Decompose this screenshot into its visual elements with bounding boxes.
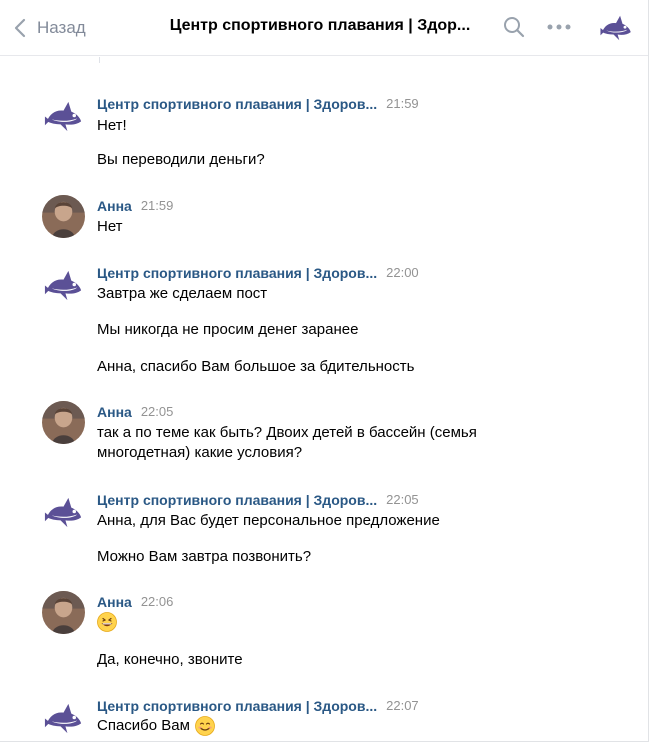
message-meta: Центр спортивного плавания | Здоров... 22… xyxy=(97,698,419,716)
author-name[interactable]: Центр спортивного плавания | Здоров... xyxy=(97,96,377,112)
avatar[interactable] xyxy=(42,491,85,534)
avatar[interactable] xyxy=(42,401,85,444)
message-text: Нет! xyxy=(97,117,127,134)
search-icon[interactable] xyxy=(503,16,525,38)
message-text: Вы переводили деньги? xyxy=(97,151,265,168)
message-time[interactable]: 22:06 xyxy=(141,594,174,609)
message-text: Нет xyxy=(97,218,123,235)
message-text: Завтра же сделаем пост xyxy=(97,285,268,302)
user-photo-icon xyxy=(42,195,85,238)
message-time[interactable]: 22:05 xyxy=(141,404,174,419)
message-text: Анна, для Вас будет персональное предлож… xyxy=(97,512,440,529)
avatar[interactable] xyxy=(42,591,85,634)
message-time[interactable]: 21:59 xyxy=(386,96,419,111)
message-meta: Анна 22:05 xyxy=(97,404,173,422)
message-meta: Анна 21:59 xyxy=(97,198,173,216)
message-text: Да, конечно, звоните xyxy=(97,651,243,668)
smiling-emoji-icon xyxy=(195,716,215,736)
more-icon[interactable] xyxy=(547,24,571,30)
message-meta: Центр спортивного плавания | Здоров... 22… xyxy=(97,265,419,283)
author-name[interactable]: Анна xyxy=(97,198,132,214)
shark-avatar-icon xyxy=(598,10,634,46)
grinning-emoji-icon xyxy=(97,612,119,634)
message-text: Анна, спасибо Вам большое за бдительност… xyxy=(97,358,415,375)
back-label: Назад xyxy=(37,18,86,37)
avatar[interactable] xyxy=(42,195,85,238)
author-name[interactable]: Центр спортивного плавания | Здоров... xyxy=(97,492,377,508)
shark-avatar-icon xyxy=(42,697,85,740)
message-meta: Анна 22:06 xyxy=(97,594,173,612)
back-button[interactable]: Назад xyxy=(14,14,86,42)
shark-avatar-icon xyxy=(42,264,85,307)
avatar[interactable] xyxy=(42,264,85,307)
avatar[interactable] xyxy=(42,697,85,740)
shark-avatar-icon xyxy=(42,491,85,534)
message-meta: Центр спортивного плавания | Здоров... 21… xyxy=(97,96,419,114)
author-name[interactable]: Анна xyxy=(97,404,132,420)
message-text: Мы никогда не просим денег заранее xyxy=(97,321,359,338)
shark-avatar-icon xyxy=(42,95,85,138)
message-time[interactable]: 21:59 xyxy=(141,198,174,213)
message-time[interactable]: 22:00 xyxy=(386,265,419,280)
author-name[interactable]: Анна xyxy=(97,594,132,610)
author-name[interactable]: Центр спортивного плавания | Здоров... xyxy=(97,265,377,281)
chat-avatar[interactable] xyxy=(598,10,634,46)
author-name[interactable]: Центр спортивного плавания | Здоров... xyxy=(97,698,377,714)
chat-title: Центр спортивного плавания | Здор... xyxy=(169,17,471,34)
user-photo-icon xyxy=(42,401,85,444)
back-chevron-icon xyxy=(14,18,26,38)
thread-divider xyxy=(99,57,100,63)
message-text: так а по теме как быть? Двоих детей в ба… xyxy=(97,424,477,461)
avatar[interactable] xyxy=(42,95,85,138)
message-text: Можно Вам завтра позвонить? xyxy=(97,548,312,565)
message-text: Спасибо Вам xyxy=(97,717,190,734)
message-line: Спасибо Вам xyxy=(97,716,517,736)
message-time[interactable]: 22:07 xyxy=(386,698,419,713)
chat-header: Назад Центр спортивного плавания | Здор.… xyxy=(0,0,648,56)
message-time[interactable]: 22:05 xyxy=(386,492,419,507)
message-meta: Центр спортивного плавания | Здоров... 22… xyxy=(97,492,419,510)
chat-window: Назад Центр спортивного плавания | Здор.… xyxy=(0,0,649,742)
user-photo-icon xyxy=(42,591,85,634)
